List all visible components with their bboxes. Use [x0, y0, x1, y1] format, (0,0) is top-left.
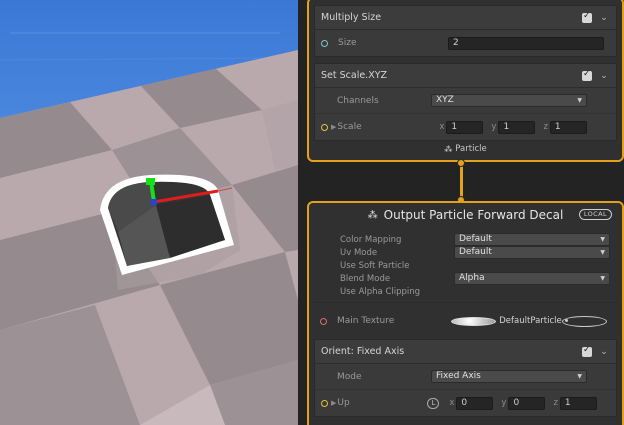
up-x-label: x: [449, 398, 455, 408]
setting-uv-mode: Uv Mode Default: [314, 246, 617, 259]
mode-label: Mode: [337, 371, 362, 382]
scale-x-label: x: [439, 122, 445, 132]
up-z-field[interactable]: 1: [559, 396, 597, 410]
mode-dropdown[interactable]: Fixed Axis: [431, 370, 587, 383]
flow-output-port[interactable]: [457, 159, 465, 167]
scale-x-field[interactable]: 1: [446, 120, 484, 134]
main-texture-input-port[interactable]: [320, 317, 327, 325]
orient-title: Orient: Fixed Axis: [321, 346, 405, 357]
scale-z-label: z: [543, 122, 548, 132]
use-alpha-clipping-label: Use Alpha Clipping: [340, 286, 421, 297]
set-scale-title: Set Scale.XYZ: [321, 70, 388, 81]
blend-mode-label: Blend Mode: [340, 273, 391, 284]
particle-label: Particle: [455, 144, 487, 154]
setting-blend-mode: Blend Mode Alpha: [314, 272, 617, 285]
particle-icon: ⁂: [444, 144, 453, 154]
set-scale-enabled-checkbox[interactable]: [582, 69, 592, 81]
space-badge[interactable]: LOCAL: [578, 209, 612, 220]
up-input-port[interactable]: [321, 399, 328, 407]
multiply-size-enabled-checkbox[interactable]: [582, 11, 592, 23]
output-particle-forward-decal-node[interactable]: ⁂ Output Particle Forward Decal LOCAL Co…: [307, 201, 624, 425]
multiply-size-block[interactable]: Multiply Size ⌄ Size 2: [314, 5, 617, 57]
scale-y-field[interactable]: 1: [498, 120, 536, 134]
up-x-field[interactable]: 0: [456, 396, 494, 410]
scale-z-field[interactable]: 1: [549, 120, 587, 134]
main-texture-row: Main Texture DefaultParticle: [314, 307, 617, 335]
chevron-down-icon[interactable]: ⌄: [598, 12, 610, 24]
use-soft-particle-label: Use Soft Particle: [340, 260, 410, 271]
particle-icon: ⁂: [367, 209, 378, 221]
expand-triangle-icon[interactable]: ▶: [331, 123, 336, 131]
setting-use-alpha-clipping[interactable]: Use Alpha Clipping: [314, 285, 617, 298]
main-texture-label: Main Texture: [337, 316, 395, 326]
size-field[interactable]: 2: [448, 36, 604, 50]
output-node-title: Output Particle Forward Decal: [383, 208, 564, 222]
channels-dropdown[interactable]: XYZ: [431, 94, 587, 107]
scene-view[interactable]: [0, 0, 298, 425]
uv-mode-label: Uv Mode: [340, 247, 378, 258]
up-z-label: z: [553, 398, 558, 408]
texture-icon: [451, 316, 497, 326]
update-particle-context[interactable]: Multiply Size ⌄ Size 2 Set Scale.XYZ ⌄ C…: [307, 0, 624, 162]
space-toggle[interactable]: L: [427, 397, 440, 409]
size-input-port[interactable]: [321, 39, 328, 47]
expand-triangle-icon[interactable]: ▶: [331, 399, 336, 407]
vfx-graph-panel[interactable]: Multiply Size ⌄ Size 2 Set Scale.XYZ ⌄ C…: [298, 0, 624, 425]
object-picker-icon[interactable]: [561, 315, 607, 327]
scale-label: Scale: [337, 122, 362, 132]
blend-mode-dropdown[interactable]: Alpha: [454, 272, 610, 285]
set-scale-block[interactable]: Set Scale.XYZ ⌄ Channels XYZ ▶ Scale x 1…: [314, 63, 617, 141]
setting-use-soft-particle[interactable]: Use Soft Particle: [314, 259, 617, 272]
scale-input-port[interactable]: [321, 123, 328, 131]
chevron-down-icon[interactable]: ⌄: [598, 70, 610, 82]
multiply-size-title: Multiply Size: [321, 12, 382, 23]
output-settings: Color Mapping Default Uv Mode Default Us…: [314, 229, 617, 303]
orient-block[interactable]: Orient: Fixed Axis ⌄ Mode Fixed Axis ▶ U…: [314, 339, 617, 417]
color-mapping-label: Color Mapping: [340, 234, 402, 245]
channels-label: Channels: [337, 95, 379, 106]
orient-enabled-checkbox[interactable]: [582, 345, 592, 357]
up-label: Up: [337, 398, 350, 408]
scale-y-label: y: [491, 122, 497, 132]
size-label: Size: [338, 38, 357, 48]
particle-context-footer: ⁂ Particle: [309, 141, 622, 157]
up-y-label: y: [501, 398, 507, 408]
main-texture-value: DefaultParticle: [499, 316, 562, 326]
scene-render: [0, 0, 298, 425]
chevron-down-icon[interactable]: ⌄: [598, 346, 610, 358]
setting-color-mapping: Color Mapping Default: [314, 233, 617, 246]
main-texture-field[interactable]: DefaultParticle: [451, 315, 607, 327]
up-y-field[interactable]: 0: [508, 396, 546, 410]
uv-mode-dropdown[interactable]: Default: [454, 246, 610, 259]
color-mapping-dropdown[interactable]: Default: [454, 233, 610, 246]
